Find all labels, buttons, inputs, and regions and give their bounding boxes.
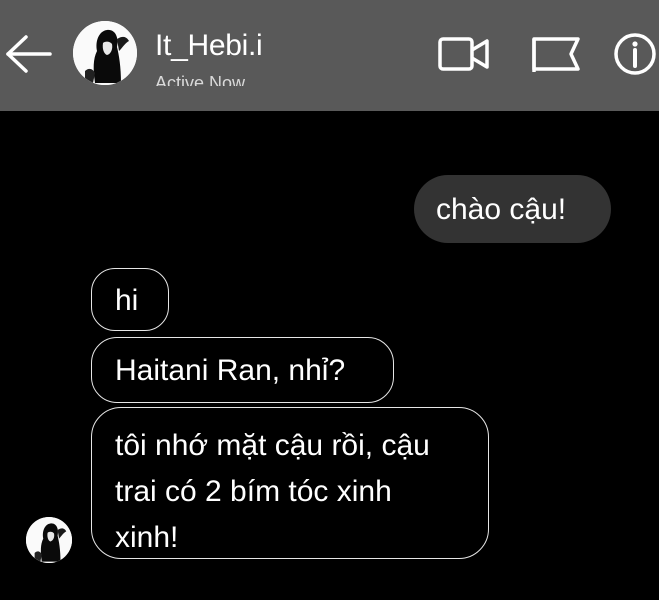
video-call-icon[interactable] [437, 30, 491, 78]
message-line: trai có 2 bím tóc xinh [115, 475, 392, 508]
received-message[interactable]: Haitani Ran, nhỉ? [91, 337, 394, 403]
sender-avatar[interactable] [26, 517, 72, 563]
back-arrow-icon[interactable] [4, 32, 52, 76]
received-message[interactable]: tôi nhớ mặt cậu rồi, cậu trai có 2 bím t… [91, 407, 489, 559]
status-container: Active Now [155, 72, 245, 86]
avatar[interactable] [73, 21, 137, 85]
active-status: Active Now [155, 73, 246, 86]
message-line: tôi nhớ mặt cậu rồi, cậu [115, 429, 430, 462]
chat-header: It_Hebi.i Active Now [0, 0, 659, 111]
avatar-image [73, 21, 137, 85]
flag-icon[interactable] [531, 30, 581, 78]
message-line: xinh! [115, 521, 179, 554]
sender-avatar-image [26, 517, 72, 563]
sent-message[interactable]: chào cậu! [414, 175, 611, 243]
chat-username[interactable]: It_Hebi.i [155, 28, 263, 64]
received-message[interactable]: hi [91, 268, 169, 331]
info-icon[interactable] [612, 30, 658, 78]
